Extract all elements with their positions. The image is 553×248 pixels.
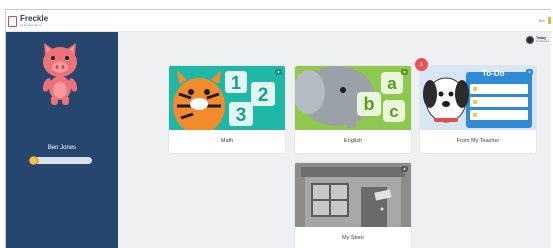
logo-name: Freckle [20, 14, 49, 23]
math-art: 1 2 3 [169, 66, 285, 130]
pig-right-eye [65, 56, 69, 60]
time-today-widget: Today 0 minutes [525, 36, 549, 44]
card-label: From My Teacher [456, 138, 500, 144]
card-star-badge: ★ [401, 69, 408, 75]
card-label: My Store [341, 235, 364, 241]
coin-badge-icon [29, 156, 38, 165]
pig-nostril-left [55, 65, 59, 69]
logo-text: Freckle by Renaissance [20, 15, 48, 27]
storefront-icon [295, 163, 411, 227]
svg-text:3: 3 [236, 105, 247, 126]
top-bar: Freckle by Renaissance Ben [6, 10, 551, 32]
main-content: Today 0 minutes 1 2 3 ★ Math a b c ★ Eng… [118, 32, 551, 248]
freckle-logo[interactable]: Freckle by Renaissance [8, 14, 48, 28]
store-art [295, 163, 411, 227]
card-math[interactable]: 1 2 3 ★ Math [169, 66, 285, 153]
pig-left-leg [51, 96, 58, 105]
progress-bar [29, 156, 92, 165]
card-star-badge: ★ [275, 69, 282, 75]
pig-snout [52, 61, 68, 73]
time-today-value: 0 minutes [535, 39, 549, 44]
user-name: Ben Jones [47, 145, 77, 151]
pig-right-leg [62, 96, 69, 105]
header-user-menu[interactable]: Ben [539, 17, 551, 24]
card-from-my-teacher[interactable]: ★ To-Do From My Teacher [420, 66, 536, 153]
logo-mark-icon [8, 15, 17, 27]
pig-belly [53, 82, 67, 98]
pig-left-eye [51, 56, 55, 60]
svg-text:1: 1 [231, 73, 241, 93]
card-label: English [343, 138, 363, 144]
pig-avatar-icon[interactable] [37, 40, 83, 106]
card-star-badge: ★ [526, 69, 533, 75]
elephant-letters-icon: a b c [295, 66, 405, 128]
pig-nostril-right [61, 65, 65, 69]
logo-subtitle: by Renaissance [20, 23, 42, 27]
card-label: Math [220, 138, 234, 144]
svg-text:a: a [387, 74, 397, 93]
card-star-badge: ★ [401, 166, 408, 172]
todo-title: To-Do [482, 69, 505, 78]
card-my-store[interactable]: ★ My Store [295, 163, 411, 248]
svg-text:2: 2 [258, 85, 269, 106]
notification-badge: 1 [415, 58, 428, 71]
student-sidebar: Ben Jones [6, 32, 118, 248]
teacher-art [420, 66, 536, 130]
coin-icon [548, 17, 551, 24]
english-art: a b c [295, 66, 411, 130]
tiger-numbers-icon: 1 2 3 [173, 70, 275, 130]
app-window: Freckle by Renaissance Ben Ben Jones Tod… [5, 9, 551, 248]
card-english[interactable]: a b c ★ English [295, 66, 411, 153]
dog-todo-icon [423, 72, 532, 128]
time-today-text: Today 0 minutes [535, 36, 549, 44]
svg-text:c: c [389, 102, 398, 121]
clock-icon [525, 36, 534, 44]
header-user-link[interactable]: Ben [539, 19, 545, 23]
svg-text:b: b [364, 94, 375, 114]
